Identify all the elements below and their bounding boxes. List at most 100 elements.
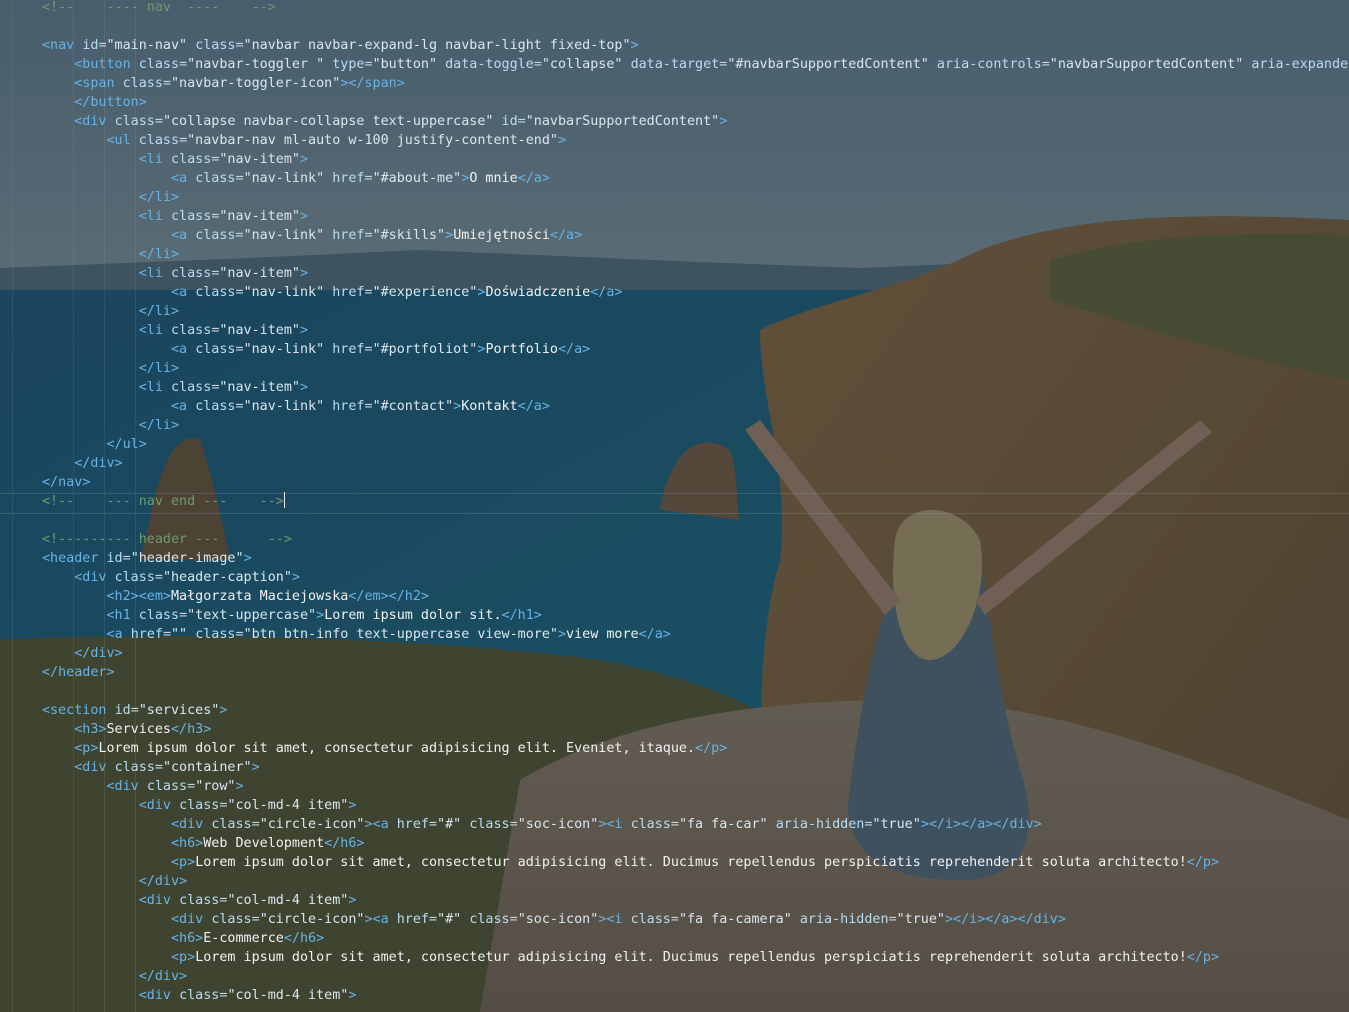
code-line[interactable]: <div class="col-md-4 item">: [42, 986, 357, 1005]
code-token-str: "nav-item": [219, 323, 300, 338]
code-line[interactable]: <p>Lorem ipsum dolor sit amet, consectet…: [42, 739, 727, 758]
code-token-tag: >: [316, 608, 325, 623]
code-token-str: "navbarSupportedContent": [525, 114, 720, 129]
code-token-tag: <h3>: [42, 722, 107, 737]
code-line[interactable]: <li class="nav-item">: [42, 150, 308, 169]
code-line[interactable]: <li class="nav-item">: [42, 264, 308, 283]
code-token-tag: <a: [42, 627, 131, 642]
code-token-str: "circle-icon": [259, 817, 365, 832]
code-token-tag: </a>: [549, 228, 583, 243]
code-token-attr: data-toggle: [445, 57, 534, 72]
code-line[interactable]: <div class="col-md-4 item">: [42, 891, 357, 910]
code-token-tag: </a>: [590, 285, 623, 300]
code-line[interactable]: </li>: [42, 245, 179, 264]
code-line[interactable]: <header id="header-image">: [42, 549, 252, 568]
code-line[interactable]: <span class="navbar-toggler-icon"></span…: [42, 74, 405, 93]
code-line[interactable]: <a class="nav-link" href="#skills">Umiej…: [42, 226, 582, 245]
code-line[interactable]: <a class="nav-link" href="#about-me">O m…: [42, 169, 550, 188]
code-line[interactable]: <button class="navbar-toggler " type="bu…: [42, 55, 1349, 74]
code-token-tag: >: [557, 627, 567, 642]
code-line[interactable]: <!-- --- nav end --- -->: [42, 492, 286, 511]
code-token-attr: class: [171, 323, 212, 338]
code-line[interactable]: </button>: [42, 93, 147, 112]
code-token-attr: class: [122, 76, 163, 91]
code-token-tag: </li>: [42, 247, 180, 262]
code-line[interactable]: <div class="circle-icon"><a href="#" cla…: [42, 910, 1066, 929]
code-line[interactable]: </div>: [42, 967, 187, 986]
code-line[interactable]: </div>: [42, 872, 187, 891]
code-token-tag: </a>: [517, 399, 550, 414]
code-token-tag: </li>: [42, 418, 180, 433]
code-line[interactable]: </div>: [42, 644, 122, 663]
code-line[interactable]: </li>: [42, 359, 179, 378]
code-token-tag: <button: [42, 57, 139, 72]
code-line[interactable]: </li>: [42, 188, 179, 207]
code-line[interactable]: <a class="nav-link" href="#portfoliot">P…: [42, 340, 590, 359]
code-line[interactable]: <p>Lorem ipsum dolor sit amet, consectet…: [42, 948, 1219, 967]
code-line[interactable]: <section id="services">: [42, 701, 227, 720]
code-token-str: "true": [896, 912, 945, 927]
code-token-str: "navbar-toggler-icon": [171, 76, 341, 91]
code-token-attr: href: [332, 399, 365, 414]
code-token-eq: =: [364, 399, 373, 414]
code-line[interactable]: </ul>: [42, 435, 146, 454]
code-token-str: "collapse navbar-collapse text-uppercase…: [162, 114, 502, 129]
code-token-tag: <div: [42, 114, 115, 129]
code-token-txt: Kontakt: [461, 399, 518, 414]
code-line[interactable]: <li class="nav-item">: [42, 378, 308, 397]
code-token-txt: Lorem ipsum dolor sit.: [324, 608, 502, 623]
code-line[interactable]: <h6>E-commerce</h6>: [42, 929, 324, 948]
code-token-eq: =: [235, 342, 244, 357]
code-token-eq: =: [364, 228, 373, 243]
code-token-attr: id: [106, 551, 123, 566]
code-line[interactable]: <h2><em>Małgorzata Maciejowska</em></h2>: [42, 587, 429, 606]
code-line[interactable]: </li>: [42, 416, 179, 435]
code-line[interactable]: <nav id="main-nav" class="navbar navbar-…: [42, 36, 639, 55]
code-token-tag: ><i: [598, 912, 631, 927]
code-token-tag: </em></h2>: [348, 589, 429, 604]
code-token-tag: ></span>: [340, 76, 405, 91]
code-line[interactable]: <div class="header-caption">: [42, 568, 300, 587]
code-token-txt: Umiejętności: [453, 228, 550, 243]
code-token-tag: <p>: [42, 741, 99, 756]
code-token-comment: <!-- ---- nav ---- -->: [42, 0, 276, 15]
code-line[interactable]: <a class="nav-link" href="#experience">D…: [42, 283, 623, 302]
code-token-tag: </div>: [42, 456, 123, 471]
code-token-str: "fa fa-car": [678, 817, 776, 832]
code-editor[interactable]: <!-- ---- nav ---- --> <nav id="main-nav"…: [0, 0, 1349, 1012]
code-line[interactable]: </li>: [42, 302, 179, 321]
code-token-tag: ><a: [364, 912, 397, 927]
code-token-attr: class: [195, 627, 236, 642]
code-token-tag: </nav>: [42, 475, 91, 490]
code-line[interactable]: <div class="row">: [42, 777, 244, 796]
code-token-comment: <!--------- header --- -->: [42, 532, 292, 547]
code-line[interactable]: <li class="nav-item">: [42, 207, 308, 226]
code-token-str: "soc-icon": [517, 817, 599, 832]
code-line[interactable]: <!-- ---- nav ---- -->: [42, 0, 276, 17]
code-token-eq: =: [179, 608, 188, 623]
code-line[interactable]: <h1 class="text-uppercase">Lorem ipsum d…: [42, 606, 541, 625]
code-token-eq: =: [517, 114, 526, 129]
code-line[interactable]: <p>Lorem ipsum dolor sit amet, consectet…: [42, 853, 1219, 872]
code-token-attr: class: [195, 228, 236, 243]
code-line[interactable]: </div>: [42, 454, 123, 473]
code-line[interactable]: <div class="container">: [42, 758, 259, 777]
code-line[interactable]: <div class="col-md-4 item">: [42, 796, 357, 815]
code-line[interactable]: <a class="nav-link" href="#contact">Kont…: [42, 397, 550, 416]
code-line[interactable]: <h6>Web Development</h6>: [42, 834, 365, 853]
code-line[interactable]: <div class="circle-icon"><a href="#" cla…: [42, 815, 1042, 834]
code-line[interactable]: <div class="collapse navbar-collapse tex…: [42, 112, 727, 131]
code-token-tag: <li: [42, 266, 171, 281]
code-line[interactable]: <ul class="navbar-nav ml-auto w-100 just…: [42, 131, 566, 150]
code-token-attr: aria-controls: [936, 57, 1042, 72]
code-line[interactable]: </header>: [42, 663, 115, 682]
code-token-tag: >: [235, 779, 244, 794]
code-token-tag: >: [630, 38, 639, 53]
code-line[interactable]: <li class="nav-item">: [42, 321, 308, 340]
code-token-attr: class: [138, 608, 180, 623]
code-line[interactable]: <a href="" class="btn btn-info text-uppe…: [42, 625, 670, 644]
code-line[interactable]: <h3>Services</h3>: [42, 720, 211, 739]
code-line[interactable]: <!--------- header --- -->: [42, 530, 292, 549]
code-line[interactable]: </nav>: [42, 473, 90, 492]
code-token-str: "navbar navbar-expand-lg navbar-light fi…: [243, 38, 631, 53]
